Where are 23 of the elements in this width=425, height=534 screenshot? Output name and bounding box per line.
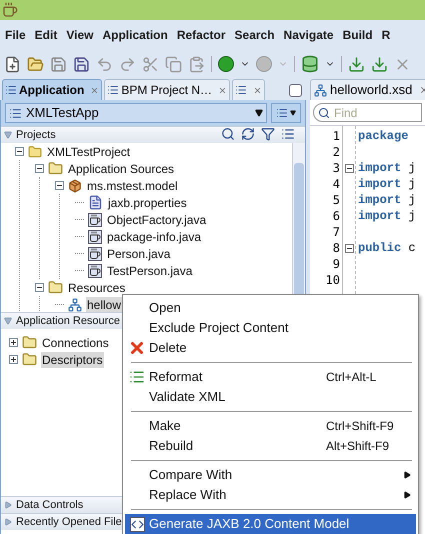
- panel-title: Data Controls: [16, 498, 84, 513]
- code-line: import j: [358, 209, 416, 223]
- code-line: import j: [358, 193, 416, 207]
- line-number: 4: [332, 176, 340, 192]
- shortcut-label: Ctrl+Alt-L: [326, 369, 378, 386]
- line-number: 3: [332, 160, 340, 176]
- shortcut-label: Alt+Shift-F9: [326, 438, 390, 455]
- line-number: 7: [332, 224, 340, 240]
- line-number: 10: [326, 272, 340, 288]
- panel-title: Application Resource: [16, 314, 120, 329]
- code-line: import j: [358, 161, 416, 175]
- line-number: 9: [332, 256, 340, 272]
- line-number: 2: [332, 144, 340, 160]
- panel-title: Recently Opened File: [16, 514, 122, 530]
- line-number: 6: [332, 208, 340, 224]
- line-number: 5: [332, 192, 340, 208]
- line-number: 8: [332, 240, 340, 256]
- code-line: package: [358, 129, 408, 143]
- code-line: import j: [358, 177, 416, 191]
- line-number: 1: [332, 128, 340, 144]
- code-line: public c: [358, 241, 416, 255]
- panel-title: Projects: [16, 128, 56, 143]
- shortcut-label: Ctrl+Shift-F9: [326, 418, 395, 435]
